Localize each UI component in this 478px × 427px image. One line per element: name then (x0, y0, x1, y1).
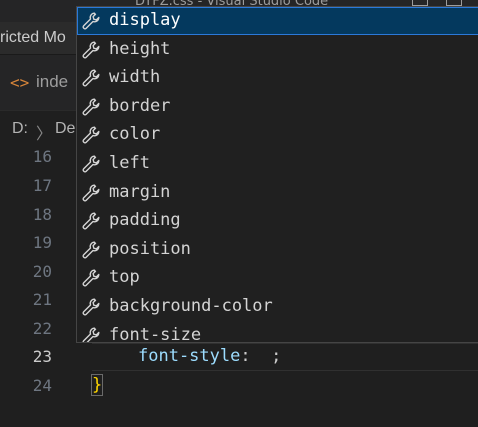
suggestion-label: background-color (109, 296, 273, 316)
suggestion-label: color (109, 124, 161, 145)
suggestion-label: width (109, 67, 161, 88)
wrench-icon (82, 269, 100, 287)
suggestion-label: font-size (109, 324, 202, 343)
line-number: 22 (32, 319, 52, 338)
breadcrumb-folder[interactable]: De (55, 120, 75, 138)
wrench-icon (82, 155, 100, 173)
line-number: 17 (32, 176, 52, 195)
suggestion-item[interactable]: width (77, 64, 478, 92)
css-property: font-style (138, 346, 241, 366)
code-line-23[interactable]: font-style: ; (138, 346, 281, 366)
suggestion-item[interactable]: height (77, 36, 478, 64)
wrench-icon (82, 327, 100, 342)
suggestion-item[interactable]: color (77, 121, 478, 149)
suggestion-label: padding (109, 210, 181, 231)
suggestion-label: position (109, 238, 191, 259)
wrench-icon (82, 69, 100, 87)
wrench-icon (82, 184, 100, 202)
suggestion-item[interactable]: font-size (77, 322, 478, 343)
suggestion-item[interactable]: padding (77, 207, 478, 235)
wrench-icon (82, 12, 100, 30)
suggestion-label: border (109, 95, 171, 116)
html-file-icon: <> (10, 73, 30, 92)
line-number: 18 (32, 205, 52, 224)
closing-brace: } (90, 374, 104, 396)
line-number: 19 (32, 233, 52, 252)
suggestion-label: top (109, 267, 140, 288)
restricted-mode-label: ricted Mo (0, 29, 66, 46)
suggestion-label: margin (109, 181, 171, 202)
line-number: 16 (32, 147, 52, 166)
suggestion-item[interactable]: margin (77, 179, 478, 207)
wrench-icon (82, 298, 100, 316)
line-number-active: 23 (32, 347, 52, 366)
suggestion-item[interactable]: top (77, 264, 478, 292)
suggestion-item[interactable]: display (77, 7, 478, 35)
breadcrumb-drive[interactable]: D: (12, 120, 28, 138)
wrench-icon (82, 126, 100, 144)
wrench-icon (82, 98, 100, 116)
suggestion-label: left (109, 153, 150, 173)
wrench-icon (82, 212, 100, 230)
wrench-icon (82, 41, 100, 59)
suggestion-widget[interactable]: display height width border color left margin p… (76, 6, 478, 343)
suggestion-label: height (109, 38, 171, 59)
suggestion-item[interactable]: background-color (77, 293, 478, 321)
css-colon: : (240, 346, 251, 366)
line-number: 20 (32, 262, 52, 281)
wrench-icon (82, 241, 100, 259)
breadcrumb-separator-icon: 〉 (36, 126, 53, 143)
css-semicolon: ; (271, 346, 282, 366)
tab-label: inde (36, 72, 69, 91)
suggestion-item[interactable]: position (77, 236, 478, 264)
line-number: 21 (32, 290, 52, 309)
line-number: 24 (32, 376, 52, 395)
suggestion-label: display (109, 10, 181, 30)
suggestion-item[interactable]: left (77, 150, 478, 178)
suggestion-item[interactable]: border (77, 93, 478, 121)
